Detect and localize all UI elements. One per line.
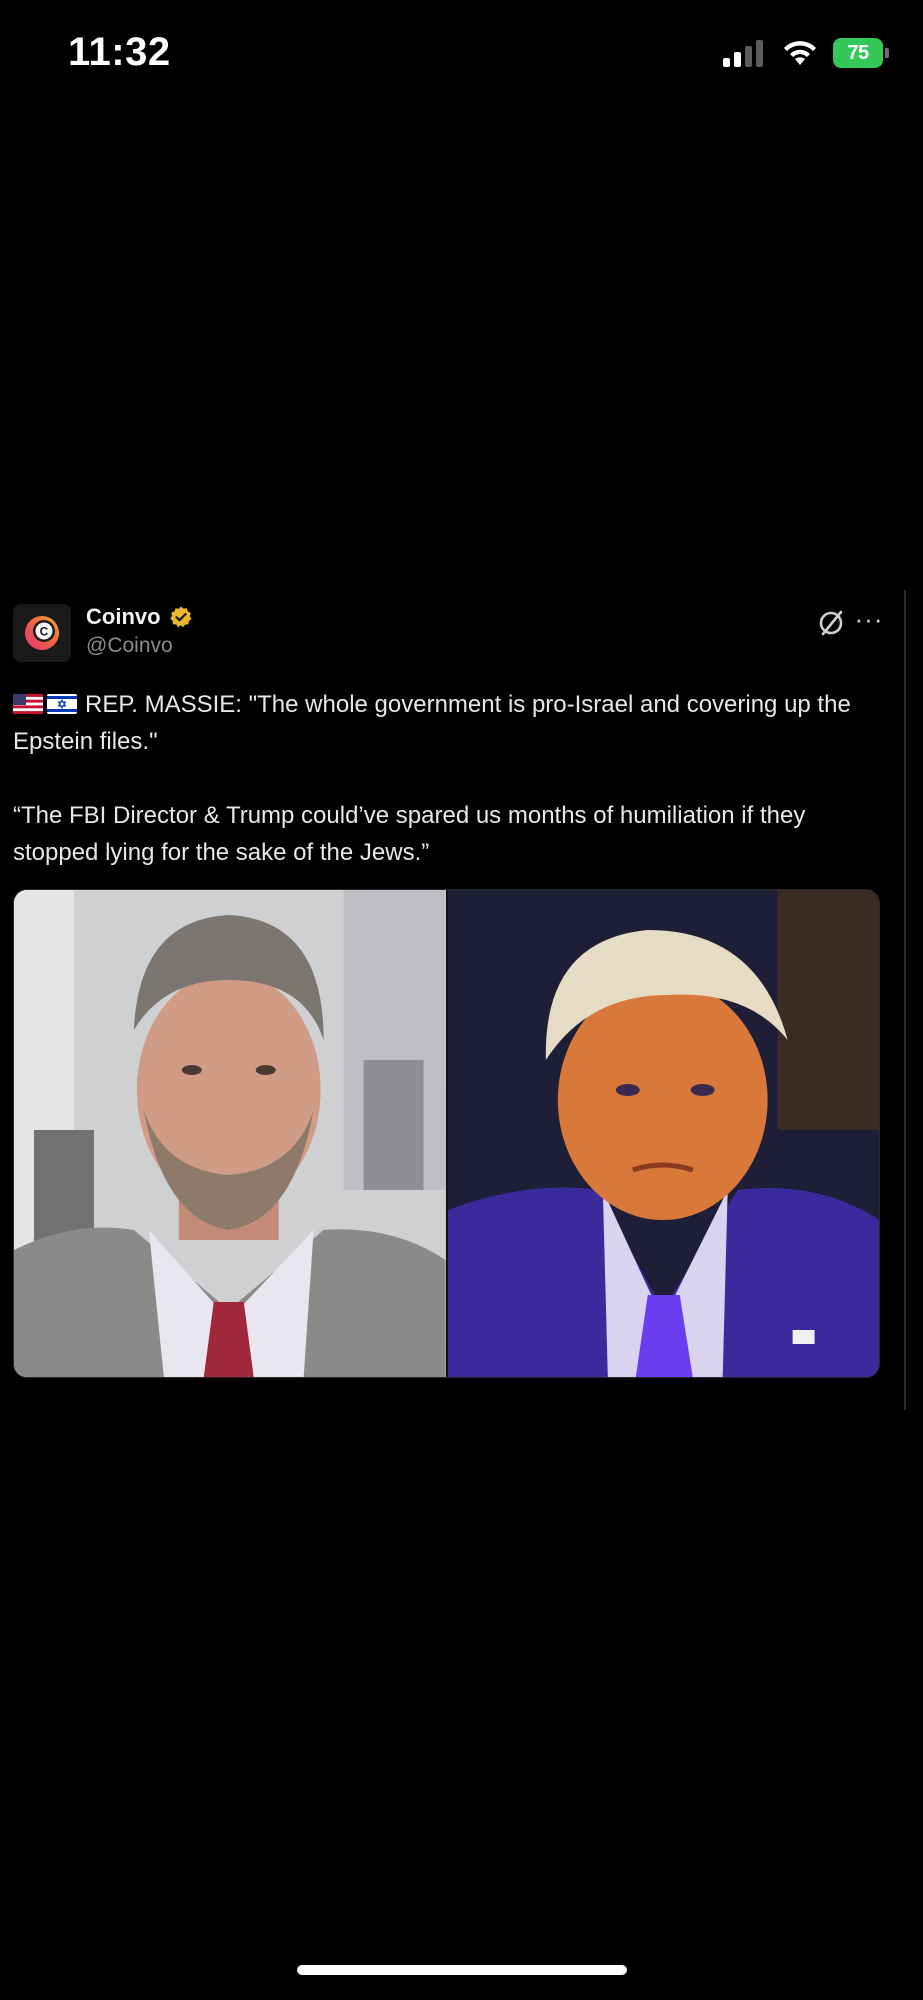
man-in-purple-suit-photo[interactable] <box>445 890 879 1377</box>
more-options-icon[interactable]: ··· <box>854 606 884 636</box>
grok-icon[interactable] <box>816 608 846 638</box>
photo-left-illustration <box>14 890 446 1377</box>
photo-right-illustration <box>447 890 879 1377</box>
coinvo-logo-icon: C <box>25 616 59 650</box>
author-handle[interactable]: @Coinvo <box>86 634 193 658</box>
author-block[interactable]: Coinvo @Coinvo <box>86 604 193 658</box>
man-with-beard-photo[interactable] <box>14 890 446 1377</box>
tweet-media[interactable] <box>13 889 880 1378</box>
tweet-card[interactable]: C Coinvo @Coinvo ··· REP. MASSIE: "The w… <box>0 590 900 1410</box>
tweet-paragraph-2: “The FBI Director & Trump could’ve spare… <box>13 802 806 866</box>
avatar[interactable]: C <box>13 604 71 662</box>
tweet-paragraph-1: REP. MASSIE: "The whole government is pr… <box>13 686 893 760</box>
cellular-signal-icon <box>723 40 763 67</box>
battery-nub <box>885 48 889 58</box>
wifi-icon <box>784 41 816 65</box>
status-time: 11:32 <box>68 30 171 74</box>
tweet-text-line-1: REP. MASSIE: "The whole government is pr… <box>13 691 851 755</box>
verified-badge-icon <box>169 606 192 628</box>
status-icons: 75 <box>721 38 889 68</box>
us-flag-icon <box>13 694 43 714</box>
author-name[interactable]: Coinvo <box>86 604 161 630</box>
tweet-body: REP. MASSIE: "The whole government is pr… <box>13 686 893 871</box>
battery-level: 75 <box>833 38 884 68</box>
scroll-track <box>904 590 906 1410</box>
battery-indicator: 75 <box>833 38 889 68</box>
svg-text:C: C <box>40 625 49 639</box>
home-indicator[interactable] <box>297 1965 627 1975</box>
flag-group <box>13 694 77 714</box>
israel-flag-icon <box>47 694 77 714</box>
status-bar: 11:32 75 <box>0 0 923 110</box>
